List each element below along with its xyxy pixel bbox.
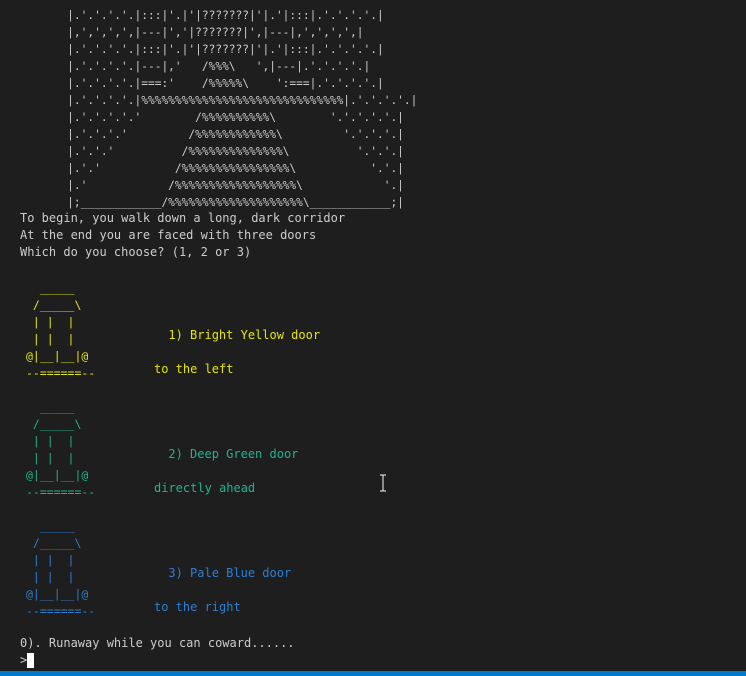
door-direction: to the right bbox=[154, 600, 241, 614]
door-label: 1) Bright Yellow door to the left bbox=[125, 310, 320, 412]
door-label: 2) Deep Green door directly ahead bbox=[125, 429, 298, 531]
intro-line: Which do you choose? (1, 2 or 3) bbox=[20, 245, 252, 259]
block-cursor-icon bbox=[27, 653, 35, 668]
door-title: 2) Deep Green door bbox=[168, 447, 299, 461]
green-door-ascii-art: _____ /_____\ | | | | | | @|__|__|@ --==… bbox=[26, 400, 96, 499]
intro-line: To begin, you walk down a long, dark cor… bbox=[20, 211, 346, 225]
door-option-blue: _____ /_____\ | | | | | | @|__|__|@ --==… bbox=[20, 518, 420, 618]
door-direction: to the left bbox=[154, 362, 234, 376]
text-ibeam-icon bbox=[380, 474, 386, 492]
door-option-yellow: _____ /_____\ | | | | | | @|__|__|@ --==… bbox=[20, 280, 420, 380]
intro-line: At the end you are faced with three door… bbox=[20, 228, 317, 242]
door-direction: directly ahead bbox=[154, 481, 256, 495]
blue-door-ascii-art: _____ /_____\ | | | | | | @|__|__|@ --==… bbox=[26, 519, 96, 618]
input-prompt[interactable]: > bbox=[20, 652, 35, 669]
door-title: 1) Bright Yellow door bbox=[168, 328, 321, 342]
door-title: 3) Pale Blue door bbox=[168, 566, 292, 580]
corridor-ascii-art: |.'.'.'.'.|:::|'.|'|???????|'|.'|:::|.'.… bbox=[67, 9, 418, 209]
door-option-green: _____ /_____\ | | | | | | @|__|__|@ --==… bbox=[20, 399, 420, 499]
terminal-panel[interactable]: |.'.'.'.'.|:::|'.|'|???????|'|.'|:::|.'.… bbox=[0, 0, 746, 671]
status-bar bbox=[0, 671, 746, 676]
prompt-symbol: > bbox=[20, 653, 28, 667]
yellow-door-ascii-art: _____ /_____\ | | | | | | @|__|__|@ --==… bbox=[26, 281, 96, 380]
runaway-option: 0). Runaway while you can coward...... bbox=[20, 636, 295, 650]
intro-text: To begin, you walk down a long, dark cor… bbox=[20, 210, 345, 261]
